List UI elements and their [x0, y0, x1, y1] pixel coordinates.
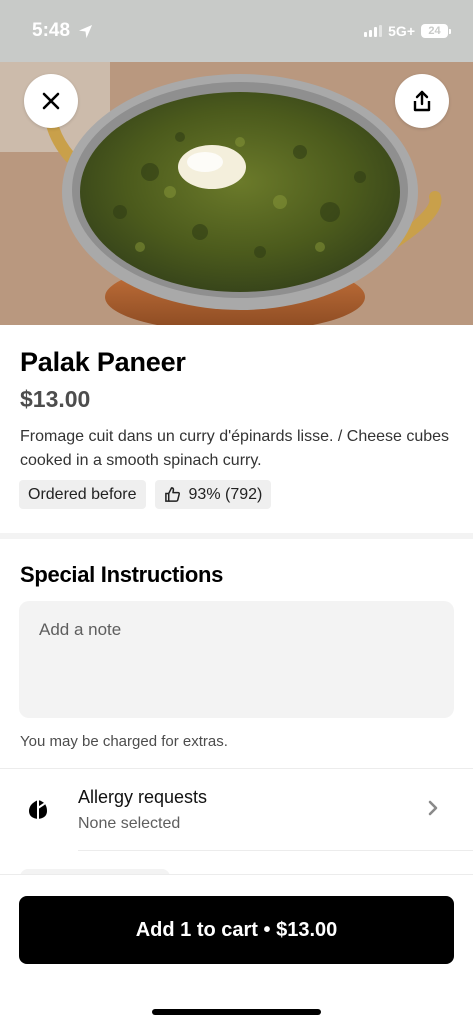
battery-icon: 24	[421, 24, 451, 38]
divider	[78, 850, 473, 851]
share-button[interactable]	[395, 74, 449, 128]
item-title: Palak Paneer	[20, 347, 186, 377]
allergy-requests-title: Allergy requests	[78, 787, 208, 807]
close-icon	[42, 92, 60, 110]
chevron-right-icon	[428, 800, 438, 816]
note-input[interactable]	[19, 601, 454, 718]
network-label: 5G+	[388, 23, 415, 39]
badge-row: Ordered before 93% (792)	[19, 480, 272, 509]
close-button[interactable]	[24, 74, 78, 128]
item-price: $13.00	[20, 386, 91, 412]
thumbs-up-icon	[164, 487, 180, 502]
status-bar: 5:48 5G+ 24	[0, 0, 473, 62]
ordered-before-label: Ordered before	[28, 485, 137, 503]
allergy-requests-value: None selected	[78, 815, 181, 832]
add-to-cart-button[interactable]: Add 1 to cart • $13.00	[19, 896, 454, 964]
bottom-action-bar: Add 1 to cart • $13.00	[0, 874, 473, 1024]
rating-badge: 93% (792)	[154, 480, 272, 509]
allergy-leaf-icon	[29, 800, 47, 819]
allergy-requests-row[interactable]: Allergy requests None selected	[0, 769, 473, 851]
rating-label: 93% (792)	[188, 485, 263, 503]
share-icon	[413, 90, 431, 112]
signal-icon	[364, 25, 383, 37]
location-arrow-icon	[78, 24, 93, 38]
section-divider	[0, 533, 473, 539]
home-indicator[interactable]	[152, 1009, 321, 1015]
status-time: 5:48	[32, 20, 93, 42]
battery-level: 24	[421, 24, 448, 38]
item-description: Fromage cuit dans un curry d'épinards li…	[20, 428, 450, 469]
ordered-before-badge: Ordered before	[19, 480, 146, 509]
status-indicators: 5G+ 24	[364, 23, 451, 39]
status-time-text: 5:48	[32, 20, 71, 41]
special-instructions-heading: Special Instructions	[20, 562, 224, 587]
extras-disclaimer: You may be charged for extras.	[20, 733, 228, 750]
